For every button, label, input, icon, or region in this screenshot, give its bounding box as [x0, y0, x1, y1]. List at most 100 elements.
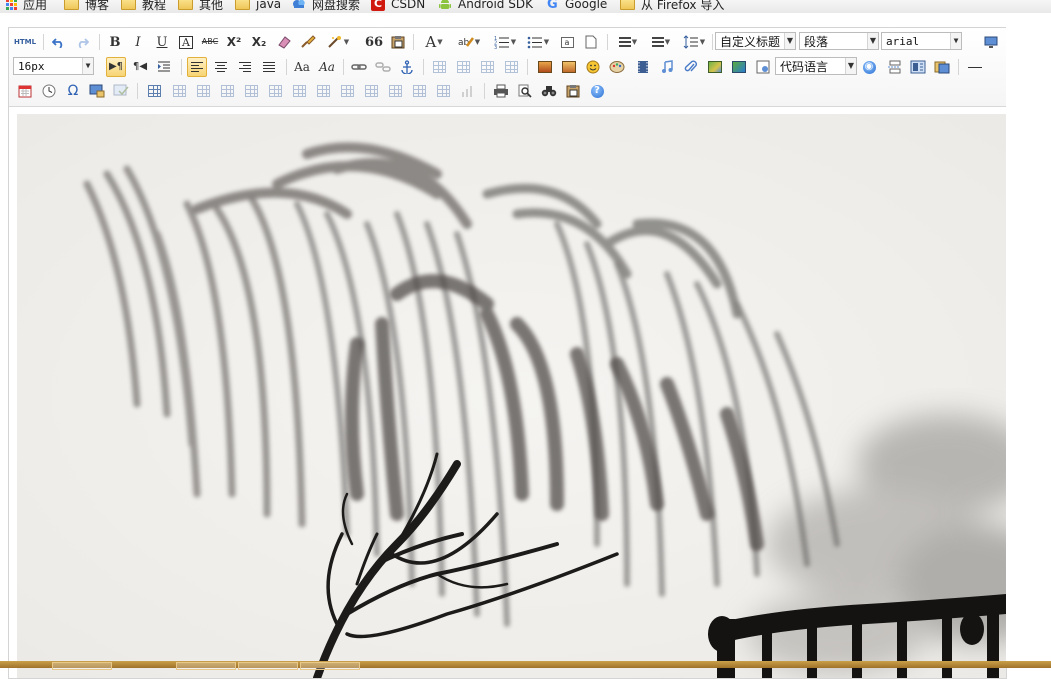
drafts-button[interactable]: [563, 81, 583, 101]
remove-format-button[interactable]: [274, 32, 294, 52]
attachment-button[interactable]: [681, 57, 701, 77]
italic-button[interactable]: I: [128, 32, 148, 52]
template-button[interactable]: [908, 57, 928, 77]
delete-table-button[interactable]: [169, 81, 189, 101]
print-button[interactable]: [491, 81, 511, 101]
insert-column-button[interactable]: [265, 81, 285, 101]
merge-cells-button[interactable]: [313, 81, 333, 101]
unlink-button[interactable]: [373, 57, 393, 77]
insert-time-button[interactable]: [39, 81, 59, 101]
indent-button[interactable]: [154, 57, 174, 77]
delete-row-button[interactable]: [241, 81, 261, 101]
to-uppercase-button[interactable]: Aa: [292, 57, 312, 77]
bookmark-other[interactable]: 其他: [178, 0, 223, 13]
insert-table-button[interactable]: [144, 81, 164, 101]
multi-image-button[interactable]: [559, 57, 579, 77]
image-none-button[interactable]: [429, 57, 449, 77]
bold-button[interactable]: B: [105, 32, 125, 52]
editor-content-area[interactable]: [9, 107, 1006, 678]
superscript-button[interactable]: X²: [224, 32, 244, 52]
select-all-button[interactable]: a: [557, 32, 577, 52]
special-chars-button[interactable]: Ω: [63, 81, 83, 101]
page-break-button[interactable]: [884, 57, 904, 77]
background-color-button[interactable]: ab ▼: [454, 32, 484, 52]
taskbar-button[interactable]: [238, 662, 298, 670]
taskbar-button[interactable]: [300, 662, 360, 670]
bookmark-google[interactable]: G Google: [547, 0, 607, 13]
paste-plain-button[interactable]: [388, 32, 408, 52]
insert-row-button[interactable]: [217, 81, 237, 101]
to-lowercase-button[interactable]: Aa: [317, 57, 337, 77]
background-button[interactable]: [932, 57, 952, 77]
split-to-columns-button[interactable]: [433, 81, 453, 101]
insert-paragraph-before-table-button[interactable]: [193, 81, 213, 101]
delete-column-button[interactable]: [289, 81, 309, 101]
font-border-button[interactable]: A: [176, 32, 196, 52]
split-to-rows-button[interactable]: [409, 81, 429, 101]
map-button[interactable]: [705, 57, 725, 77]
row-spacing-top-button[interactable]: ▼: [613, 32, 643, 52]
bookmark-blog[interactable]: 博客: [64, 0, 109, 13]
merge-down-button[interactable]: [361, 81, 381, 101]
font-size-select[interactable]: 16px ▼: [13, 57, 94, 75]
paragraph-format-select[interactable]: 段落 ▼: [799, 32, 879, 50]
format-match-button[interactable]: [298, 32, 318, 52]
emotion-button[interactable]: [583, 57, 603, 77]
strikethrough-button[interactable]: ABC: [200, 32, 220, 52]
scrawl-button[interactable]: [607, 57, 627, 77]
image-left-button[interactable]: [453, 57, 473, 77]
blockquote-button[interactable]: 66: [364, 32, 384, 52]
word-image-button[interactable]: [111, 81, 131, 101]
preview-button[interactable]: [515, 81, 535, 101]
unordered-list-button[interactable]: ▼: [523, 32, 553, 52]
row-spacing-bottom-button[interactable]: ▼: [646, 32, 676, 52]
merge-right-button[interactable]: [337, 81, 357, 101]
align-left-button[interactable]: [187, 57, 207, 77]
insert-video-button[interactable]: [633, 57, 653, 77]
bookmark-csdn[interactable]: C CSDN: [371, 0, 425, 13]
custom-style-select[interactable]: 自定义标题 ▼: [715, 32, 796, 50]
taskbar-button[interactable]: [176, 662, 236, 670]
line-height-button[interactable]: ▼: [679, 32, 709, 52]
subscript-button[interactable]: X₂: [249, 32, 269, 52]
redo-button[interactable]: [72, 32, 92, 52]
clear-document-button[interactable]: [581, 32, 601, 52]
align-justify-button[interactable]: [259, 57, 279, 77]
code-language-select[interactable]: 代码语言 ▼: [775, 57, 857, 75]
search-replace-button[interactable]: [539, 81, 559, 101]
link-button[interactable]: [349, 57, 369, 77]
bookmark-apps[interactable]: 应用: [6, 0, 47, 13]
web-app-button[interactable]: ◉: [859, 57, 879, 77]
image-right-button[interactable]: [477, 57, 497, 77]
font-family-select[interactable]: arial ▼: [881, 32, 962, 50]
bookmark-pan-search[interactable]: 网盘搜索: [292, 0, 360, 13]
anchor-button[interactable]: [397, 57, 417, 77]
direction-ltr-button[interactable]: ▶¶: [106, 57, 126, 77]
split-to-cells-button[interactable]: [385, 81, 405, 101]
taskbar-button[interactable]: [52, 662, 112, 670]
bookmark-firefox-import[interactable]: 从 Firefox 导入: [620, 0, 724, 13]
bookmark-java[interactable]: java: [235, 0, 281, 13]
charts-button[interactable]: [457, 81, 477, 101]
font-color-button[interactable]: A ▼: [419, 32, 449, 52]
undo-button[interactable]: [49, 32, 69, 52]
bookmark-tutorial[interactable]: 教程: [121, 0, 166, 13]
help-button[interactable]: ?: [587, 81, 607, 101]
auto-typeset-button[interactable]: ▼: [323, 32, 353, 52]
google-map-button[interactable]: [729, 57, 749, 77]
html-source-button[interactable]: HTML: [13, 32, 37, 52]
insert-frame-button[interactable]: [753, 57, 773, 77]
music-button[interactable]: [657, 57, 677, 77]
align-center-button[interactable]: [211, 57, 231, 77]
simple-upload-button[interactable]: [535, 57, 555, 77]
align-right-button[interactable]: [235, 57, 255, 77]
direction-rtl-button[interactable]: ¶◀: [130, 57, 150, 77]
insert-date-button[interactable]: [15, 81, 35, 101]
bookmark-android-sdk[interactable]: Android SDK: [438, 0, 533, 13]
underline-button[interactable]: U: [152, 32, 172, 52]
image-center-button[interactable]: [501, 57, 521, 77]
snapscreen-button[interactable]: [87, 81, 107, 101]
horizontal-rule-button[interactable]: [965, 57, 985, 77]
fullscreen-button[interactable]: [981, 32, 1001, 52]
ordered-list-button[interactable]: 1 2 3 ▼: [490, 32, 520, 52]
